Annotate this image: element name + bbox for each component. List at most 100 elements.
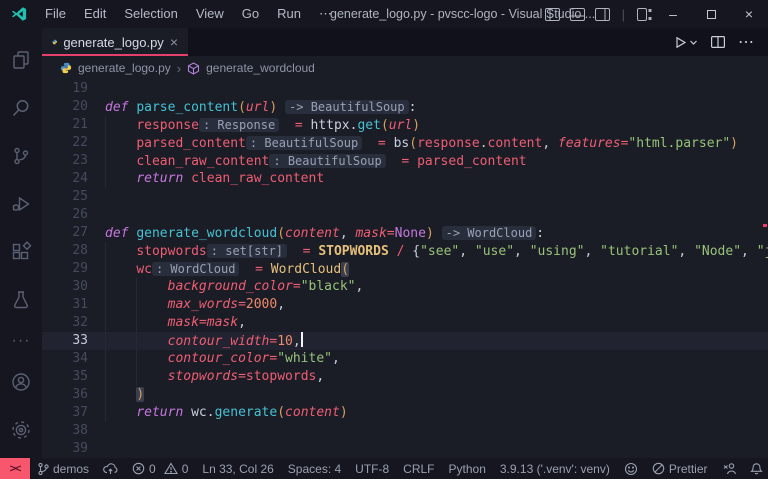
code-line[interactable]: 29 wc: WordCloud = WordCloud(	[42, 260, 768, 278]
run-python-file-button[interactable]	[674, 36, 698, 49]
toggle-sidebar-icon[interactable]	[545, 8, 560, 21]
code-line[interactable]: 28 stopwords: set[str] = STOPWORDS / {"s…	[42, 242, 768, 260]
toggle-panel-icon[interactable]	[570, 8, 585, 21]
line-number[interactable]: 26	[42, 206, 88, 224]
feedback-smiley-icon[interactable]	[617, 458, 645, 479]
code-line[interactable]: 30 background_color="black",	[42, 278, 768, 296]
breadcrumb: generate_logo.py › generate_wordcloud	[42, 56, 768, 80]
code-text: )	[105, 386, 144, 404]
line-number[interactable]: 25	[42, 188, 88, 206]
more-views-icon[interactable]: ···	[12, 324, 31, 358]
tab-bar: generate_logo.py × ⋯	[42, 28, 768, 56]
menu-edit[interactable]: Edit	[75, 0, 115, 28]
prettier-slash-icon	[652, 462, 665, 475]
code-line[interactable]: 36 )	[42, 386, 768, 404]
code-line[interactable]: 27 def generate_wordcloud(content, mask=N…	[42, 224, 768, 242]
code-line[interactable]: 38	[42, 422, 768, 440]
code-line[interactable]: 34 contour_color="white",	[42, 350, 768, 368]
branch-item[interactable]: demos	[30, 458, 96, 479]
code-editor[interactable]: 1920def parse_content(url) -> BeautifulS…	[42, 80, 768, 458]
tab-generate-logo[interactable]: generate_logo.py ×	[42, 28, 188, 56]
explorer-icon[interactable]	[0, 36, 42, 84]
breadcrumb-file[interactable]: generate_logo.py	[78, 61, 171, 75]
testing-icon[interactable]	[0, 276, 42, 324]
vscode-window: File Edit Selection View Go Run ⋯ genera…	[0, 0, 768, 479]
code-line[interactable]: 26	[42, 206, 768, 224]
indentation-item[interactable]: Spaces: 4	[281, 458, 348, 479]
tab-close-icon[interactable]: ×	[170, 34, 178, 50]
encoding-item[interactable]: UTF-8	[348, 458, 396, 479]
eol-item[interactable]: CRLF	[396, 458, 441, 479]
menu-file[interactable]: File	[36, 0, 75, 28]
code-line[interactable]: 37 return wc.generate(content)	[42, 404, 768, 422]
publish-item[interactable]	[96, 458, 125, 479]
line-number[interactable]: 38	[42, 422, 88, 440]
settings-gear-icon[interactable]	[0, 406, 42, 454]
line-number[interactable]: 28	[42, 242, 88, 260]
line-number[interactable]: 39	[42, 440, 88, 458]
line-number[interactable]: 30	[42, 278, 88, 296]
code-line[interactable]: 25	[42, 188, 768, 206]
line-number[interactable]: 19	[42, 80, 88, 98]
run-debug-icon[interactable]	[0, 180, 42, 228]
python-file-icon	[60, 62, 72, 74]
menu-selection[interactable]: Selection	[115, 0, 186, 28]
code-line[interactable]: 21 response: Response = httpx.get(url)	[42, 116, 768, 134]
extensions-icon[interactable]	[0, 228, 42, 276]
line-number[interactable]: 23	[42, 152, 88, 170]
menu-go[interactable]: Go	[233, 0, 268, 28]
close-button[interactable]: ×	[730, 0, 768, 28]
account-icon[interactable]	[0, 358, 42, 406]
toggle-secondary-sidebar-icon[interactable]	[595, 8, 610, 21]
menu-view[interactable]: View	[187, 0, 233, 28]
code-line[interactable]: 19	[42, 80, 768, 98]
line-number[interactable]: 20	[42, 98, 88, 116]
source-control-icon[interactable]	[0, 132, 42, 180]
split-editor-icon[interactable]	[711, 36, 725, 48]
errors-icon	[132, 462, 145, 475]
problems-item[interactable]: 0 0	[125, 458, 195, 479]
line-number[interactable]: 37	[42, 404, 88, 422]
code-line[interactable]: 24 return clean_raw_content	[42, 170, 768, 188]
python-interpreter-item[interactable]: 3.9.13 ('.venv': venv)	[493, 458, 617, 479]
code-text: def generate_wordcloud(content, mask=Non…	[105, 224, 544, 242]
line-number[interactable]: 34	[42, 350, 88, 368]
editor-more-actions-icon[interactable]: ⋯	[738, 32, 754, 52]
code-line[interactable]: 20def parse_content(url) -> BeautifulSou…	[42, 98, 768, 116]
line-number[interactable]: 36	[42, 386, 88, 404]
customize-layout-icon[interactable]	[637, 8, 652, 21]
code-text: response: Response = httpx.get(url)	[105, 116, 420, 134]
line-number[interactable]: 22	[42, 134, 88, 152]
warnings-icon	[164, 462, 178, 475]
line-number[interactable]: 21	[42, 116, 88, 134]
feedback-person-icon[interactable]	[715, 458, 743, 479]
code-line[interactable]: 33 contour_width=10,	[42, 332, 768, 350]
line-number[interactable]: 29	[42, 260, 88, 278]
code-line[interactable]: 23 clean_raw_content: BeautifulSoup = pa…	[42, 152, 768, 170]
maximize-button[interactable]	[692, 0, 730, 28]
code-line[interactable]: 32 mask=mask,	[42, 314, 768, 332]
line-number[interactable]: 33	[42, 332, 88, 350]
formatter-item[interactable]: Prettier	[645, 458, 715, 479]
line-number[interactable]: 27	[42, 224, 88, 242]
language-mode-item[interactable]: Python	[442, 458, 493, 479]
code-line[interactable]: 22 parsed_content: BeautifulSoup = bs(re…	[42, 134, 768, 152]
remote-indicator[interactable]: ><	[0, 458, 30, 479]
line-number[interactable]: 31	[42, 296, 88, 314]
code-line[interactable]: 31 max_words=2000,	[42, 296, 768, 314]
minimize-button[interactable]: –	[654, 0, 692, 28]
code-text: wc: WordCloud = WordCloud(	[105, 260, 349, 278]
code-line[interactable]: 39	[42, 440, 768, 458]
code-text: stopwords: set[str] = STOPWORDS / {"see"…	[105, 242, 768, 260]
code-line[interactable]: 35 stopwords=stopwords,	[42, 368, 768, 386]
breadcrumb-symbol[interactable]: generate_wordcloud	[206, 61, 315, 75]
line-number[interactable]: 35	[42, 368, 88, 386]
code-lines: 1920def parse_content(url) -> BeautifulS…	[42, 80, 768, 458]
notifications-bell-icon[interactable]	[743, 458, 768, 479]
menu-run[interactable]: Run	[268, 0, 310, 28]
line-number[interactable]: 24	[42, 170, 88, 188]
search-icon[interactable]	[0, 84, 42, 132]
line-number[interactable]: 32	[42, 314, 88, 332]
cursor-position-item[interactable]: Ln 33, Col 26	[195, 458, 280, 479]
code-text: background_color="black",	[105, 278, 363, 296]
